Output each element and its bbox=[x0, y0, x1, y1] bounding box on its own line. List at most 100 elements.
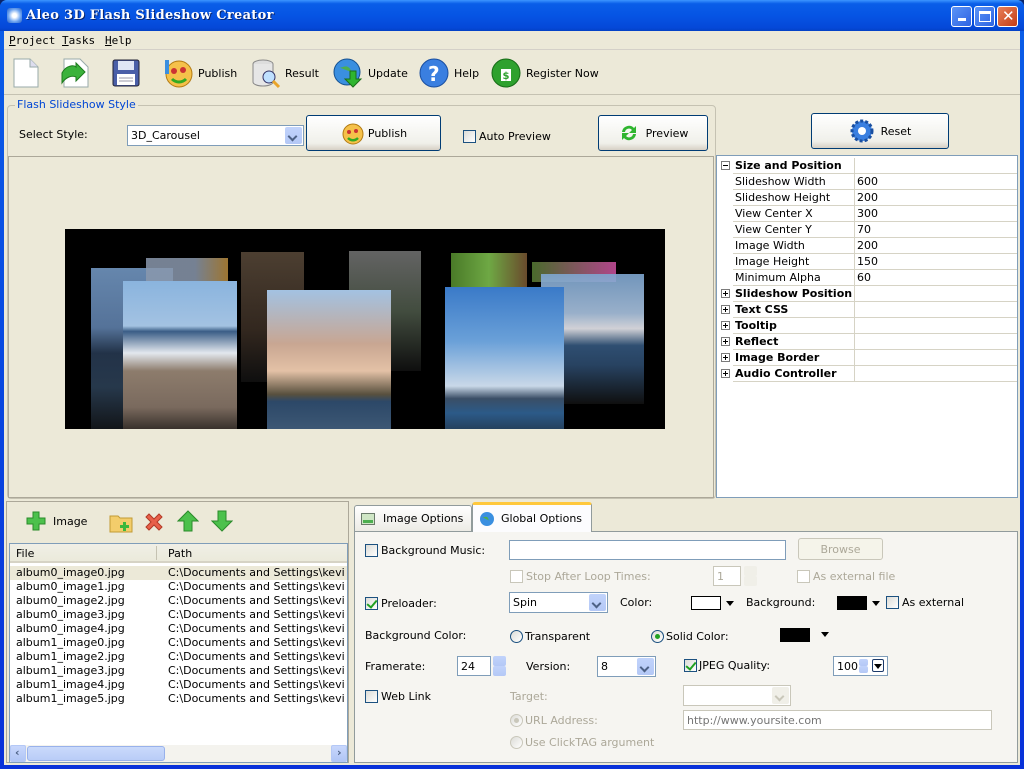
carousel-photo[interactable] bbox=[445, 287, 564, 429]
publish-button[interactable]: Publish bbox=[306, 115, 441, 151]
property-row[interactable]: Minimum Alpha 60 bbox=[717, 270, 1017, 286]
property-category[interactable]: Image Border bbox=[717, 350, 1017, 366]
solid-color-radio[interactable] bbox=[651, 630, 664, 643]
loop-times-input[interactable]: 1 bbox=[713, 566, 741, 586]
carousel-photo[interactable] bbox=[123, 281, 237, 429]
chevron-down-icon[interactable] bbox=[772, 687, 789, 704]
file-row[interactable]: album1_image5.jpg C:\Documents and Settin… bbox=[10, 692, 347, 706]
property-value[interactable]: 150 bbox=[855, 254, 1017, 270]
result-button[interactable]: Result bbox=[249, 55, 319, 91]
spin-down-icon[interactable] bbox=[493, 666, 506, 676]
preloader-background-swatch[interactable] bbox=[837, 596, 867, 610]
new-button[interactable] bbox=[10, 55, 42, 91]
property-row[interactable]: Image Height 150 bbox=[717, 254, 1017, 270]
property-row[interactable]: View Center Y 70 bbox=[717, 222, 1017, 238]
horizontal-scrollbar[interactable]: ‹ › bbox=[10, 745, 347, 762]
scroll-thumb[interactable] bbox=[27, 746, 165, 761]
carousel-photo[interactable] bbox=[267, 290, 391, 429]
as-external-file-checkbox[interactable] bbox=[797, 570, 810, 583]
tab-global-options[interactable]: Global Options bbox=[472, 502, 592, 532]
spin-down-icon[interactable] bbox=[859, 666, 868, 673]
property-category[interactable]: Tooltip bbox=[717, 318, 1017, 334]
file-row[interactable]: album0_image1.jpg C:\Documents and Settin… bbox=[10, 580, 347, 594]
auto-preview-checkbox[interactable] bbox=[463, 130, 476, 143]
url-address-radio[interactable] bbox=[510, 714, 523, 727]
file-row[interactable]: album0_image2.jpg C:\Documents and Settin… bbox=[10, 594, 347, 608]
collapse-icon[interactable] bbox=[721, 161, 730, 170]
web-link-checkbox[interactable] bbox=[365, 690, 378, 703]
target-select[interactable] bbox=[683, 685, 791, 706]
caret-down-icon[interactable] bbox=[872, 601, 880, 606]
spin-down-icon[interactable] bbox=[744, 576, 757, 586]
help-toolbar-button[interactable]: ? Help bbox=[418, 55, 479, 91]
app-icon[interactable] bbox=[7, 8, 22, 23]
property-value[interactable]: 60 bbox=[855, 270, 1017, 286]
property-value[interactable]: 70 bbox=[855, 222, 1017, 238]
file-row[interactable]: album1_image0.jpg C:\Documents and Settin… bbox=[10, 636, 347, 650]
property-category[interactable]: Reflect bbox=[717, 334, 1017, 350]
file-row[interactable]: album0_image0.jpg C:\Documents and Settin… bbox=[10, 566, 347, 580]
minimize-button[interactable] bbox=[951, 6, 972, 27]
spin-up-icon[interactable] bbox=[859, 659, 868, 666]
jpeg-quality-checkbox[interactable] bbox=[684, 659, 697, 672]
jpeg-quality-spinner[interactable] bbox=[859, 659, 872, 673]
property-category[interactable]: Size and Position bbox=[717, 158, 1017, 174]
expand-icon[interactable] bbox=[721, 321, 730, 330]
preloader-checkbox[interactable] bbox=[365, 597, 378, 610]
register-button[interactable]: $ Register Now bbox=[490, 55, 599, 91]
move-down-icon[interactable] bbox=[211, 510, 233, 532]
expand-icon[interactable] bbox=[721, 289, 730, 298]
property-value[interactable]: 600 bbox=[855, 174, 1017, 190]
spin-up-icon[interactable] bbox=[493, 656, 506, 666]
chevron-down-icon[interactable] bbox=[637, 658, 654, 675]
property-value[interactable]: 300 bbox=[855, 206, 1017, 222]
background-music-checkbox[interactable] bbox=[365, 544, 378, 557]
browse-button[interactable]: Browse bbox=[798, 538, 883, 560]
preview-button[interactable]: Preview bbox=[598, 115, 708, 151]
property-value[interactable]: 200 bbox=[855, 238, 1017, 254]
property-grid[interactable]: Size and Position Slideshow Width 600 Slide… bbox=[716, 155, 1018, 498]
menu-project[interactable]: Project bbox=[9, 34, 55, 47]
slideshow-preview[interactable] bbox=[8, 156, 714, 498]
file-row[interactable]: album1_image4.jpg C:\Documents and Settin… bbox=[10, 678, 347, 692]
column-header-file[interactable]: File bbox=[16, 547, 34, 560]
update-button[interactable]: Update bbox=[332, 55, 408, 91]
url-address-input[interactable] bbox=[683, 710, 992, 730]
file-row[interactable]: album0_image3.jpg C:\Documents and Settin… bbox=[10, 608, 347, 622]
tab-image-options[interactable]: Image Options bbox=[354, 505, 472, 531]
preloader-select[interactable]: Spin bbox=[509, 592, 608, 613]
delete-icon[interactable] bbox=[143, 511, 165, 533]
add-image-button[interactable]: Image bbox=[25, 510, 87, 532]
property-row[interactable]: Slideshow Height 200 bbox=[717, 190, 1017, 206]
file-list[interactable]: File Path album0_image0.jpg C:\Documents … bbox=[9, 543, 348, 763]
scroll-left-button[interactable]: ‹ bbox=[10, 745, 26, 762]
jpeg-quality-input[interactable]: 100 bbox=[833, 656, 888, 676]
property-row[interactable]: Image Width 200 bbox=[717, 238, 1017, 254]
expand-icon[interactable] bbox=[721, 337, 730, 346]
preloader-color-swatch[interactable] bbox=[691, 596, 721, 610]
caret-down-icon[interactable] bbox=[726, 601, 734, 606]
background-music-input[interactable] bbox=[509, 540, 786, 560]
loop-times-spinner[interactable] bbox=[744, 566, 757, 586]
framerate-spinner[interactable] bbox=[493, 656, 506, 676]
framerate-input[interactable]: 24 bbox=[457, 656, 491, 676]
chevron-down-icon[interactable] bbox=[589, 594, 606, 611]
maximize-button[interactable] bbox=[974, 6, 995, 27]
property-category[interactable]: Audio Controller bbox=[717, 366, 1017, 382]
solid-color-swatch[interactable] bbox=[780, 628, 810, 642]
file-row[interactable]: album0_image4.jpg C:\Documents and Settin… bbox=[10, 622, 347, 636]
version-select[interactable]: 8 bbox=[597, 656, 656, 677]
scroll-right-button[interactable]: › bbox=[331, 745, 347, 762]
save-button[interactable] bbox=[110, 55, 142, 91]
title-bar[interactable]: Aleo 3D Flash Slideshow Creator ✕ bbox=[0, 0, 1024, 31]
style-select[interactable]: 3D_Carousel bbox=[127, 125, 304, 146]
caret-down-icon[interactable] bbox=[821, 632, 829, 637]
menu-tasks[interactable]: Tasks bbox=[62, 34, 95, 47]
property-row[interactable]: View Center X 300 bbox=[717, 206, 1017, 222]
file-row[interactable]: album1_image3.jpg C:\Documents and Settin… bbox=[10, 664, 347, 678]
as-external-checkbox[interactable] bbox=[886, 596, 899, 609]
chevron-down-icon[interactable] bbox=[285, 127, 302, 144]
property-category[interactable]: Text CSS bbox=[717, 302, 1017, 318]
carousel-stage[interactable] bbox=[65, 229, 665, 429]
reset-button[interactable]: Reset bbox=[811, 113, 949, 149]
